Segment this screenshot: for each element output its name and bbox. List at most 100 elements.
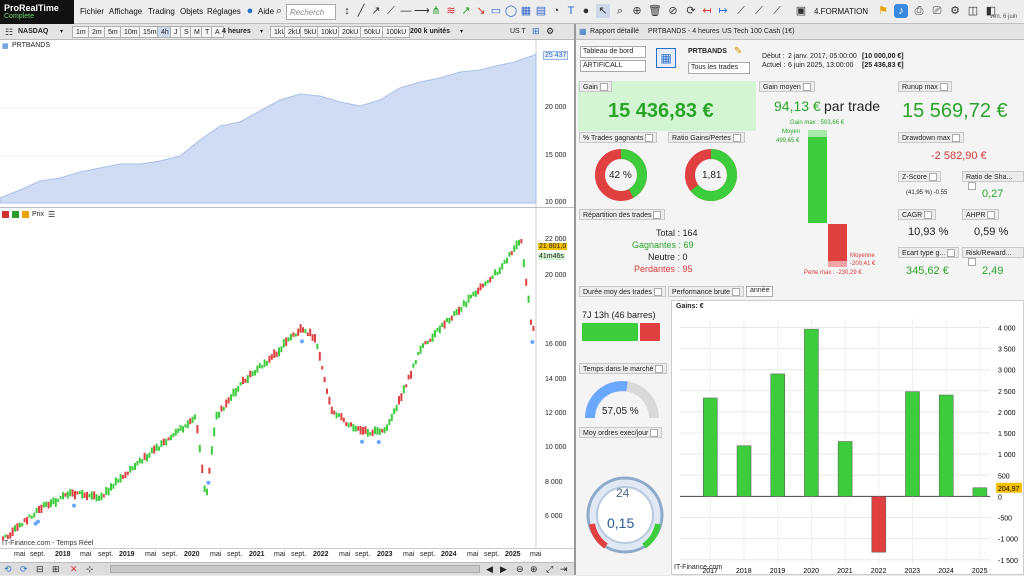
menu-fichier[interactable]: Fichier [80, 7, 104, 16]
duree-pin-icon[interactable] [654, 288, 662, 296]
zoom-out-icon[interactable]: ⊟ [36, 564, 44, 575]
ray-tool-icon[interactable]: ⟶ [414, 4, 428, 18]
report-tab-label[interactable]: Rapport détaillé [590, 28, 639, 35]
ahpr-pin-icon[interactable] [987, 211, 995, 219]
magnet-icon[interactable]: ⊕ [630, 4, 644, 18]
scroll-right-icon[interactable]: ▶ [500, 564, 507, 575]
gain-moyen-pin-icon[interactable] [803, 83, 811, 91]
help-icon[interactable]: ● [243, 4, 257, 18]
price-candle [211, 446, 213, 455]
end-icon[interactable]: ⇥ [560, 564, 568, 575]
order-sell-icon[interactable]: ↤ [700, 4, 714, 18]
zoom-in-bottom-icon[interactable]: ⊕ [530, 564, 538, 575]
search-input[interactable]: Recherch [286, 4, 336, 20]
calculator-icon[interactable]: ▦ [656, 48, 676, 68]
close-panel-icon[interactable] [2, 211, 9, 218]
instrument-dropdown-icon[interactable]: ▾ [60, 28, 63, 35]
zoom-out-bottom-icon[interactable]: ⊖ [516, 564, 524, 575]
shape-tool-icon[interactable]: ▦ [519, 4, 533, 18]
lock-icon[interactable]: ⊘ [666, 4, 680, 18]
trend-tool-icon[interactable]: ↗ [459, 4, 473, 18]
menu-reglages[interactable]: Réglages [207, 7, 241, 16]
risk-pin-icon[interactable] [968, 258, 976, 266]
rect-tool-icon[interactable]: ▭ [489, 4, 503, 18]
repartition-pin-icon[interactable] [653, 211, 661, 219]
edit-icon[interactable]: ✎ [734, 46, 742, 57]
channel-tool-icon[interactable]: ⋔ [429, 4, 443, 18]
panel-settings-icon[interactable]: ⚙ [546, 26, 554, 37]
pct-pin-icon[interactable] [645, 134, 653, 142]
dot-tool-icon[interactable]: ● [579, 4, 593, 18]
drawdown-pin-icon[interactable] [952, 134, 960, 142]
text-tool-icon[interactable]: T [564, 4, 578, 18]
add-panel-icon[interactable] [12, 211, 19, 218]
units-dropdown-icon[interactable]: ▾ [460, 28, 463, 35]
screenshot-icon[interactable]: ⎚ [930, 4, 944, 18]
dashboard-select[interactable]: Tableau de bord [580, 46, 646, 58]
trash-icon[interactable]: 🗑 [648, 4, 662, 18]
search-icon[interactable]: ⌕ [272, 4, 286, 18]
price-candle [391, 414, 393, 421]
tick-50ku[interactable]: 50kU [360, 26, 384, 38]
sharpe-pin-icon[interactable] [968, 182, 976, 190]
trend-down-tool-icon[interactable]: ↘ [474, 4, 488, 18]
flag-icon[interactable]: ⚑ [876, 4, 890, 18]
menu-objets[interactable]: Objets [180, 7, 203, 16]
menu-trading[interactable]: Trading [148, 7, 175, 16]
tick-100ku[interactable]: 100kU [382, 26, 410, 38]
fib-tool-icon[interactable]: ≋ [444, 4, 458, 18]
draw-line3-icon[interactable]: ⟋ [770, 4, 784, 18]
zoom-icon[interactable]: ⌕ [613, 4, 627, 18]
order-buy-icon[interactable]: ↦ [716, 4, 730, 18]
link-icon[interactable]: ⊞ [532, 26, 540, 37]
cursor-mode-icon[interactable]: ⊹ [86, 564, 94, 575]
perf-period-select[interactable]: année [746, 286, 773, 297]
menu-affichage[interactable]: Affichage [109, 7, 142, 16]
fit-icon[interactable]: ⤢ [546, 564, 553, 575]
ellipse-tool-icon[interactable]: ◯ [504, 4, 518, 18]
zscore-pin-icon[interactable] [929, 173, 937, 181]
perf-pin-icon[interactable] [732, 288, 740, 296]
redo-icon[interactable]: ⟳ [20, 564, 28, 575]
gain-pin-icon[interactable] [600, 83, 608, 91]
window-icon[interactable]: ◫ [966, 4, 980, 18]
draw-line2-icon[interactable]: ⟋ [752, 4, 766, 18]
period-dropdown-icon[interactable]: ▾ [260, 28, 263, 35]
price-candle [48, 502, 50, 509]
zoom-in-icon[interactable]: ⊞ [52, 564, 60, 575]
period-select[interactable]: 4 heures [222, 28, 251, 35]
workspace-name[interactable]: 4.FORMATION [814, 7, 868, 16]
draw-line-icon[interactable]: ⟋ [734, 4, 748, 18]
mode-select[interactable]: ARTIFICALL [580, 60, 646, 72]
horizontal-scrollbar[interactable] [110, 565, 480, 573]
price-candle [16, 523, 18, 531]
line-tool-icon[interactable]: ╱ [354, 4, 368, 18]
volume-icon[interactable]: ♪ [894, 4, 908, 18]
tick-20ku[interactable]: 20kU [338, 26, 362, 38]
undo-icon[interactable]: ⟲ [4, 564, 12, 575]
scroll-left-icon[interactable]: ◀ [486, 564, 493, 575]
instrument-name[interactable]: NASDAQ [18, 28, 48, 35]
price-candle [506, 258, 508, 264]
trades-filter[interactable]: Tous les trades [688, 62, 750, 74]
segment-tool-icon[interactable]: ⟋ [384, 4, 398, 18]
grid-tool-icon[interactable]: ▤ [534, 4, 548, 18]
units-select[interactable]: 200 k unités [410, 28, 450, 35]
ecart-pin-icon[interactable] [947, 249, 955, 257]
ratio-pin-icon[interactable] [733, 134, 741, 142]
circle-tool-icon[interactable]: ◔ [549, 4, 563, 18]
legend-list-icon[interactable]: ☰ [48, 210, 55, 219]
hline-tool-icon[interactable]: — [399, 4, 413, 18]
printer-icon[interactable]: ⎙ [912, 4, 926, 18]
save-icon[interactable]: ▣ [794, 4, 808, 18]
runup-pin-icon[interactable] [940, 83, 948, 91]
cagr-pin-icon[interactable] [924, 211, 932, 219]
sync-icon[interactable]: ⟳ [684, 4, 698, 18]
clear-icon[interactable]: ✕ [70, 564, 78, 575]
temps-pin-icon[interactable] [655, 365, 663, 373]
pointer-icon[interactable]: ↖ [596, 4, 610, 18]
arrow-tool-icon[interactable]: ↗ [369, 4, 383, 18]
cursor-icon[interactable]: ↕ [340, 4, 354, 18]
settings-icon[interactable]: ⚙ [948, 4, 962, 18]
ordres-pin-icon[interactable] [650, 429, 658, 437]
